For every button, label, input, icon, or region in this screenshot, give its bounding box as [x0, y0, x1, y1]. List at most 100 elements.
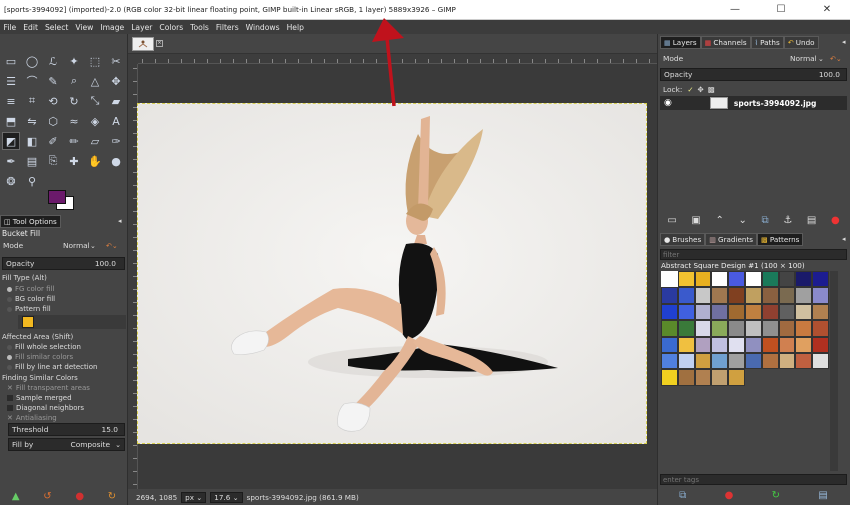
layer-item[interactable]: ◉ sports-3994092.jpg: [660, 96, 847, 110]
new-layer-group-icon[interactable]: ▣: [691, 215, 700, 226]
pattern-swatch[interactable]: [761, 336, 779, 353]
pattern-swatch[interactable]: [677, 369, 695, 386]
lock-alpha-icon[interactable]: ▩: [708, 85, 715, 94]
radio-fill-similar-colors[interactable]: Fill similar colors: [7, 353, 73, 361]
menu-windows[interactable]: Windows: [242, 23, 283, 32]
lock-pixels-icon[interactable]: ✓: [687, 85, 693, 94]
pattern-swatch[interactable]: [778, 336, 796, 353]
pattern-swatch[interactable]: [744, 303, 762, 321]
pattern-swatch[interactable]: [711, 287, 729, 304]
open-pattern-icon[interactable]: ▤: [818, 490, 827, 501]
pattern-swatch[interactable]: [711, 352, 729, 370]
checkbox-diagonal-neighbors[interactable]: Diagonal neighbors: [7, 404, 84, 412]
text-tool-icon[interactable]: A: [107, 112, 125, 130]
delete-layer-icon[interactable]: ●: [831, 215, 840, 226]
pattern-swatch[interactable]: [711, 303, 729, 321]
pattern-swatch[interactable]: [661, 320, 678, 337]
pattern-swatch[interactable]: [661, 336, 678, 353]
unified-transform-tool-icon[interactable]: ⟲: [44, 92, 62, 110]
tab-paths[interactable]: ⌇ Paths: [750, 36, 784, 49]
pattern-swatch[interactable]: [761, 271, 779, 288]
eraser-tool-icon[interactable]: ▱: [86, 132, 104, 150]
fuzzy-select-tool-icon[interactable]: ✦: [65, 52, 83, 70]
free-select-tool-icon[interactable]: ℒ: [44, 52, 62, 70]
handle-transform-tool-icon[interactable]: ◈: [86, 112, 104, 130]
foreground-select-tool-icon[interactable]: ☰: [2, 72, 20, 90]
pattern-swatch[interactable]: [677, 271, 695, 288]
radio-bg-color-fill[interactable]: BG color fill: [7, 295, 55, 303]
fg-bg-color-selector[interactable]: [48, 190, 78, 218]
minimize-button[interactable]: —: [712, 0, 758, 20]
dodge-burn-tool-icon[interactable]: ●: [107, 152, 125, 170]
by-color-select-tool-icon[interactable]: ⬚: [86, 52, 104, 70]
close-button[interactable]: ✕: [804, 0, 850, 20]
pattern-swatch[interactable]: [761, 287, 779, 304]
pattern-swatch[interactable]: [728, 303, 745, 321]
pattern-swatch[interactable]: [711, 369, 729, 386]
save-options-icon[interactable]: ▲: [12, 491, 20, 502]
pattern-swatch[interactable]: [744, 352, 762, 370]
pencil-tool-icon[interactable]: ✏: [65, 132, 83, 150]
lower-layer-icon[interactable]: ⌄: [738, 215, 746, 226]
menu-view[interactable]: View: [72, 23, 97, 32]
image-tab-thumbnail[interactable]: [132, 37, 154, 51]
duplicate-layer-icon[interactable]: ⧉: [762, 215, 769, 226]
measure-tool-icon[interactable]: △: [86, 72, 104, 90]
pattern-swatch[interactable]: [795, 352, 813, 370]
checkbox-antialiasing[interactable]: ✕ Antialiasing: [7, 414, 57, 422]
pattern-swatch[interactable]: [694, 352, 712, 370]
pattern-swatch[interactable]: [728, 369, 745, 386]
radio-pattern-fill[interactable]: Pattern fill: [7, 305, 51, 313]
unit-dropdown[interactable]: px ⌄: [181, 491, 207, 503]
anchor-icon[interactable]: ⚓: [783, 215, 792, 226]
reset-mode-icon[interactable]: ↶⌄: [106, 242, 118, 250]
pattern-swatch[interactable]: [661, 369, 678, 386]
pattern-swatch[interactable]: [677, 320, 695, 337]
threshold-slider[interactable]: Threshold 15.0: [8, 423, 125, 436]
pattern-swatch[interactable]: [795, 271, 813, 288]
new-layer-icon[interactable]: ▭: [667, 215, 676, 226]
pattern-swatch[interactable]: [728, 352, 745, 370]
configure-tab-icon[interactable]: ◂: [118, 217, 122, 225]
pattern-selector[interactable]: [18, 315, 126, 329]
pattern-swatch[interactable]: [677, 303, 695, 321]
refresh-patterns-icon[interactable]: ↻: [772, 490, 780, 501]
color-picker-2-tool-icon[interactable]: ⚲: [23, 172, 41, 190]
pattern-swatch[interactable]: [795, 303, 813, 321]
pattern-swatch[interactable]: [744, 287, 762, 304]
menu-tools[interactable]: Tools: [187, 23, 213, 32]
pattern-swatch[interactable]: [812, 320, 829, 337]
gradient-tool-icon[interactable]: ◧: [23, 132, 41, 150]
mode-dropdown[interactable]: Normal: [63, 241, 90, 250]
close-image-tab-icon[interactable]: ×: [156, 40, 163, 47]
pattern-swatch[interactable]: [694, 271, 712, 288]
tab-layers[interactable]: ▦ Layers: [660, 36, 701, 49]
pattern-swatch[interactable]: [795, 287, 813, 304]
menu-layer[interactable]: Layer: [128, 23, 156, 32]
tab-tool-options[interactable]: ◫ Tool Options: [0, 215, 61, 228]
pattern-swatch[interactable]: [728, 320, 745, 337]
radio-fill-whole-selection[interactable]: Fill whole selection: [7, 343, 81, 351]
menu-select[interactable]: Select: [41, 23, 71, 32]
restore-options-icon[interactable]: ↺: [43, 491, 51, 502]
mypaint-brush-tool-icon[interactable]: ▤: [23, 152, 41, 170]
reset-mode-icon[interactable]: ↶⌄: [830, 55, 842, 63]
rect-select-tool-icon[interactable]: ▭: [2, 52, 20, 70]
pattern-swatch[interactable]: [744, 336, 762, 353]
reset-options-icon[interactable]: ↻: [108, 491, 116, 502]
tab-undo[interactable]: ↶ Undo: [783, 36, 819, 49]
warp-transform-tool-icon[interactable]: ≈: [65, 112, 83, 130]
paths-tool-icon[interactable]: ⌒: [23, 72, 41, 90]
checkbox-fill-transparent[interactable]: ✕ Fill transparent areas: [7, 384, 90, 392]
pattern-swatch[interactable]: [711, 271, 729, 288]
move-tool-icon[interactable]: ✥: [107, 72, 125, 90]
lock-position-icon[interactable]: ✥: [698, 85, 704, 94]
pattern-swatch[interactable]: [812, 287, 829, 304]
edit-pattern-icon[interactable]: ⧉: [679, 490, 686, 501]
pattern-scrollbar[interactable]: [830, 271, 838, 471]
tab-channels[interactable]: ▦ Channels: [700, 36, 751, 49]
pattern-swatch[interactable]: [761, 352, 779, 370]
pattern-swatch[interactable]: [778, 352, 796, 370]
layer-mode-dropdown[interactable]: Normal: [790, 54, 817, 63]
menu-file[interactable]: File: [0, 23, 20, 32]
